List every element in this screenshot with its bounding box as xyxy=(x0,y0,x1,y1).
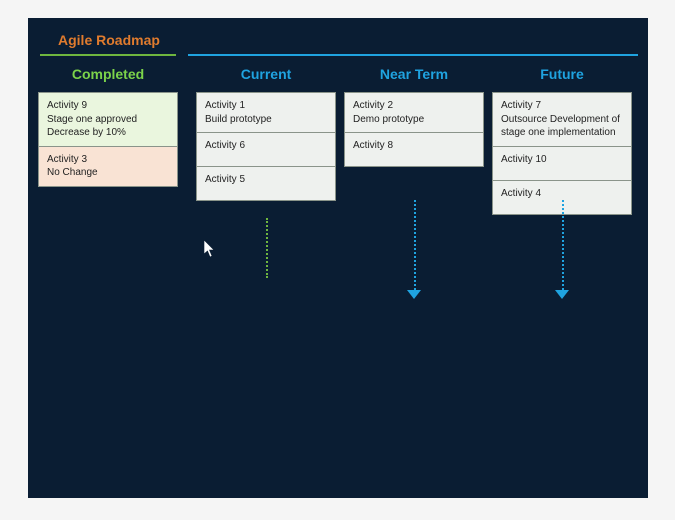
completed-underline xyxy=(40,54,176,56)
card-title: Activity 2 xyxy=(353,99,475,113)
column-header-current: Current xyxy=(196,60,336,92)
column-current: Current Activity 1 Build prototype Activ… xyxy=(196,60,336,201)
card-desc: Stage one approved Decrease by 10% xyxy=(47,113,169,140)
card-desc: Outsource Development of stage one imple… xyxy=(501,113,623,140)
card-activity-7[interactable]: Activity 7 Outsource Development of stag… xyxy=(492,92,632,147)
cursor-icon xyxy=(204,240,216,258)
card-activity-5[interactable]: Activity 5 xyxy=(196,167,336,201)
card-title: Activity 7 xyxy=(501,99,623,113)
lanes-underline xyxy=(188,54,638,56)
connector-future xyxy=(562,200,564,290)
card-activity-10[interactable]: Activity 10 xyxy=(492,147,632,181)
roadmap-board: Agile Roadmap Completed Activity 9 Stage… xyxy=(28,18,648,498)
card-title: Activity 10 xyxy=(501,153,623,167)
card-activity-9[interactable]: Activity 9 Stage one approved Decrease b… xyxy=(38,92,178,147)
card-activity-2[interactable]: Activity 2 Demo prototype xyxy=(344,92,484,133)
column-near-term: Near Term Activity 2 Demo prototype Acti… xyxy=(344,60,484,167)
chevron-down-icon xyxy=(555,290,569,299)
card-title: Activity 3 xyxy=(47,153,169,167)
card-desc: Demo prototype xyxy=(353,113,475,127)
connector-current xyxy=(266,218,268,278)
column-header-future: Future xyxy=(492,60,632,92)
card-activity-6[interactable]: Activity 6 xyxy=(196,133,336,167)
card-activity-3[interactable]: Activity 3 No Change xyxy=(38,147,178,187)
card-title: Activity 4 xyxy=(501,187,623,201)
card-activity-8[interactable]: Activity 8 xyxy=(344,133,484,167)
card-title: Activity 9 xyxy=(47,99,169,113)
connector-near-term xyxy=(414,200,416,290)
column-header-completed: Completed xyxy=(38,60,178,92)
card-desc: Build prototype xyxy=(205,113,327,127)
card-activity-1[interactable]: Activity 1 Build prototype xyxy=(196,92,336,133)
column-header-near-term: Near Term xyxy=(344,60,484,92)
page-title: Agile Roadmap xyxy=(58,32,160,48)
column-completed: Completed Activity 9 Stage one approved … xyxy=(38,60,178,187)
card-title: Activity 5 xyxy=(205,173,327,187)
card-desc: No Change xyxy=(47,166,169,180)
chevron-down-icon xyxy=(407,290,421,299)
card-title: Activity 6 xyxy=(205,139,327,153)
card-title: Activity 1 xyxy=(205,99,327,113)
card-title: Activity 8 xyxy=(353,139,475,153)
column-future: Future Activity 7 Outsource Development … xyxy=(492,60,632,215)
